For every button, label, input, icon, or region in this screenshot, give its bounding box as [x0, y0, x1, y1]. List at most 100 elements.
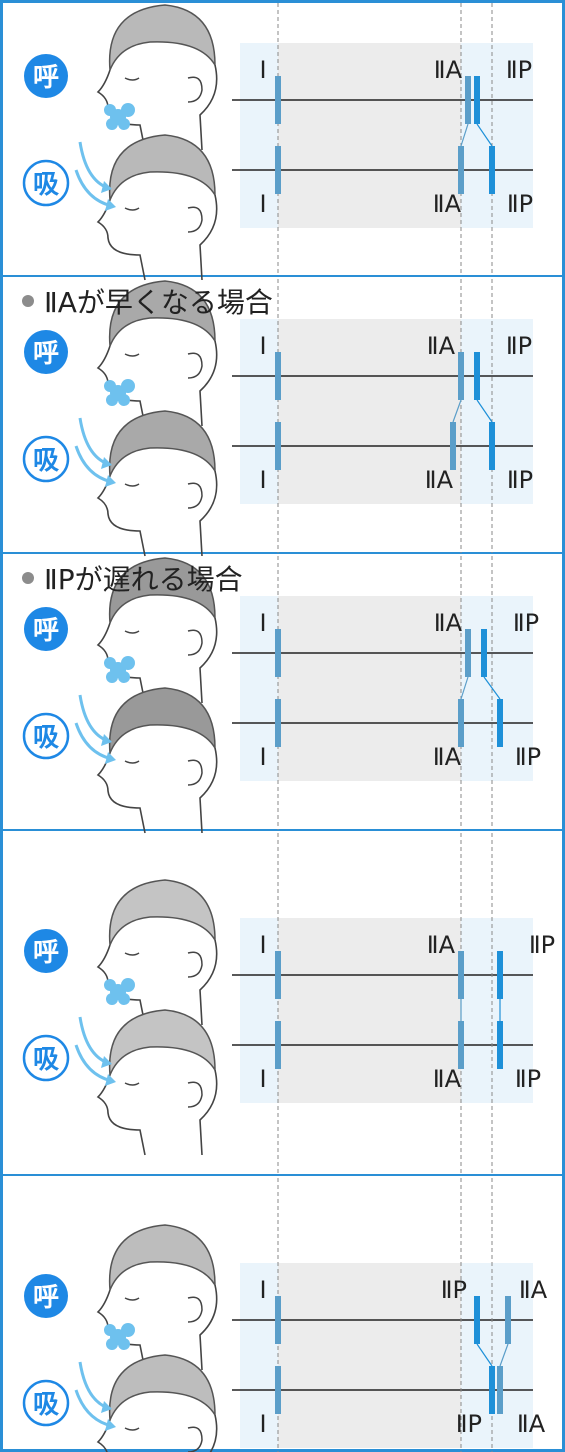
p2-bar-expiration [474, 1296, 480, 1344]
a2-label-top: ⅡA [427, 931, 456, 959]
s1-label-bottom: Ⅰ [259, 1410, 266, 1438]
puff-cloud [106, 118, 118, 130]
inhale-arrow [78, 694, 109, 743]
a2-bar-inspiration [458, 146, 464, 194]
closed-eye [124, 952, 140, 956]
face-inspiration [96, 1009, 218, 1156]
p2-label-top: ⅡP [441, 1276, 467, 1304]
p2-label-top: ⅡP [506, 56, 532, 84]
p2-label-top: ⅡP [513, 609, 539, 637]
hair [108, 1009, 216, 1076]
head-back [199, 64, 218, 151]
puff-cloud [104, 380, 116, 392]
face-inspiration [96, 134, 218, 281]
bullet-dot [22, 572, 34, 584]
p2-label-bottom: ⅡP [456, 1410, 482, 1438]
p2-label-bottom: ⅡP [507, 190, 533, 218]
a2-label-top: ⅡA [519, 1276, 548, 1304]
a2-bar-expiration [505, 1296, 511, 1344]
face-profile [96, 199, 146, 281]
head-back [199, 1284, 218, 1371]
p2-bar-expiration [497, 951, 503, 999]
face-profile [96, 475, 146, 557]
p2-bar-inspiration [489, 1366, 495, 1414]
face-inspiration [96, 410, 218, 557]
closed-eye [124, 630, 140, 634]
puff-cloud [104, 1324, 116, 1336]
face-inspiration [96, 687, 218, 834]
inhale-arrow [78, 1016, 109, 1065]
a2-label-bottom: ⅡA [425, 466, 454, 494]
expiration-badge: 呼 [24, 607, 68, 651]
panel-3: Ⅰ Ⅰ ⅡA ⅡP ⅡA ⅡP 呼吸 [22, 556, 541, 834]
inspiration-badge: 吸 [22, 159, 70, 207]
breath-puff-icon [104, 379, 135, 406]
closed-eye [124, 77, 140, 81]
ear [187, 629, 203, 656]
a2-label-top: ⅡA [434, 56, 463, 84]
s1-bar-expiration [275, 629, 281, 677]
hair [108, 134, 216, 201]
puff-cloud [121, 103, 135, 117]
s1-label-bottom: Ⅰ [259, 190, 266, 218]
head-back [209, 1414, 218, 1452]
hair [108, 1354, 216, 1421]
expiration-badge-text: 呼 [33, 63, 59, 93]
inspiration-badge: 吸 [22, 712, 70, 760]
head-back [199, 939, 218, 1026]
ear [187, 1081, 203, 1108]
p2-label-bottom: ⅡP [515, 743, 541, 771]
hair [108, 4, 216, 71]
panel-1: Ⅰ Ⅰ ⅡA ⅡP ⅡA ⅡP 呼吸 [22, 3, 533, 281]
s1-label-top: Ⅰ [259, 1276, 266, 1304]
face-inspiration [96, 1354, 218, 1452]
s1-label-top: Ⅰ [259, 931, 266, 959]
puff-cloud [118, 1338, 130, 1350]
p2-label-top: ⅡP [529, 931, 555, 959]
expiration-badge: 呼 [24, 929, 68, 973]
ear [187, 1426, 203, 1452]
p2-label-bottom: ⅡP [507, 466, 533, 494]
inspiration-badge-text: 吸 [33, 1045, 59, 1075]
puff-cloud [121, 1323, 135, 1337]
p2-bar-inspiration [489, 422, 495, 470]
puff-cloud [118, 394, 130, 406]
expiration-badge-text: 呼 [33, 339, 59, 369]
head-back [199, 194, 218, 281]
expiration-badge: 呼 [24, 54, 68, 98]
breath-puff-icon [104, 978, 135, 1005]
puff-cloud [121, 978, 135, 992]
s1-bar-inspiration [275, 1021, 281, 1069]
ear [187, 1296, 203, 1323]
expiration-badge-text: 呼 [33, 938, 59, 968]
a2-label-bottom: ⅡA [517, 1410, 546, 1438]
closed-eye [124, 353, 140, 357]
puff-cloud [121, 656, 135, 670]
inhale-arrow [78, 1361, 109, 1410]
heart-sound-splitting-figure: Ⅰ Ⅰ ⅡA ⅡP ⅡA ⅡP 呼吸 Ⅰ Ⅰ ⅡA ⅡP ⅡA ⅡP 呼吸 Ⅰ Ⅰ ⅡA ⅡP ⅡA ⅡP 呼吸 Ⅰ Ⅰ ⅡA… [0, 0, 565, 1452]
head-back [199, 617, 218, 704]
closed-eye [124, 760, 140, 764]
diagram-canvas: ⅠⅠⅡA ⅡPⅡA ⅡP呼吸ⅠⅠⅡA ⅡPⅡA ⅡP呼吸ⅠⅠⅡA ⅡPⅡA ⅡP呼吸ⅠⅠⅡA… [0, 0, 565, 1452]
s1-bar-expiration [275, 76, 281, 124]
inhale-arrow [78, 141, 109, 190]
a2-bar-inspiration [458, 699, 464, 747]
a2-bar-expiration [465, 629, 471, 677]
a2-label-bottom: ⅡA [433, 743, 462, 771]
s1-label-top: Ⅰ [259, 56, 266, 84]
head-back [199, 747, 218, 834]
systole-band [278, 1263, 461, 1448]
s1-bar-inspiration [275, 146, 281, 194]
puff-cloud [106, 671, 118, 683]
a2-bar-inspiration [450, 422, 456, 470]
s1-label-bottom: Ⅰ [259, 743, 266, 771]
closed-eye [124, 1082, 140, 1086]
head-back [199, 340, 218, 427]
p2-label-top: ⅡP [506, 332, 532, 360]
panel-2-title-text: ⅡAが早くなる場合 [44, 286, 273, 319]
hair [108, 410, 216, 477]
expiration-badge-text: 呼 [33, 616, 59, 646]
ear [187, 76, 203, 103]
ear [187, 352, 203, 379]
puff-cloud [118, 118, 130, 130]
